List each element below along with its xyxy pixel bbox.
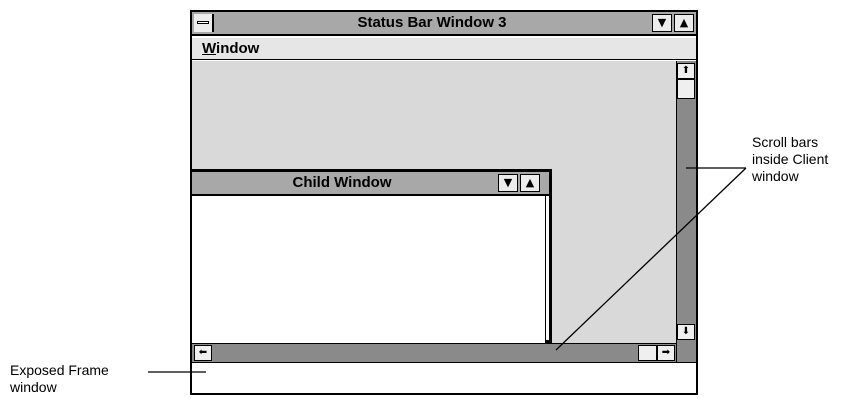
annotation-leader-lines xyxy=(148,167,747,373)
leader-line-horizontal-scrollbar xyxy=(555,167,747,351)
